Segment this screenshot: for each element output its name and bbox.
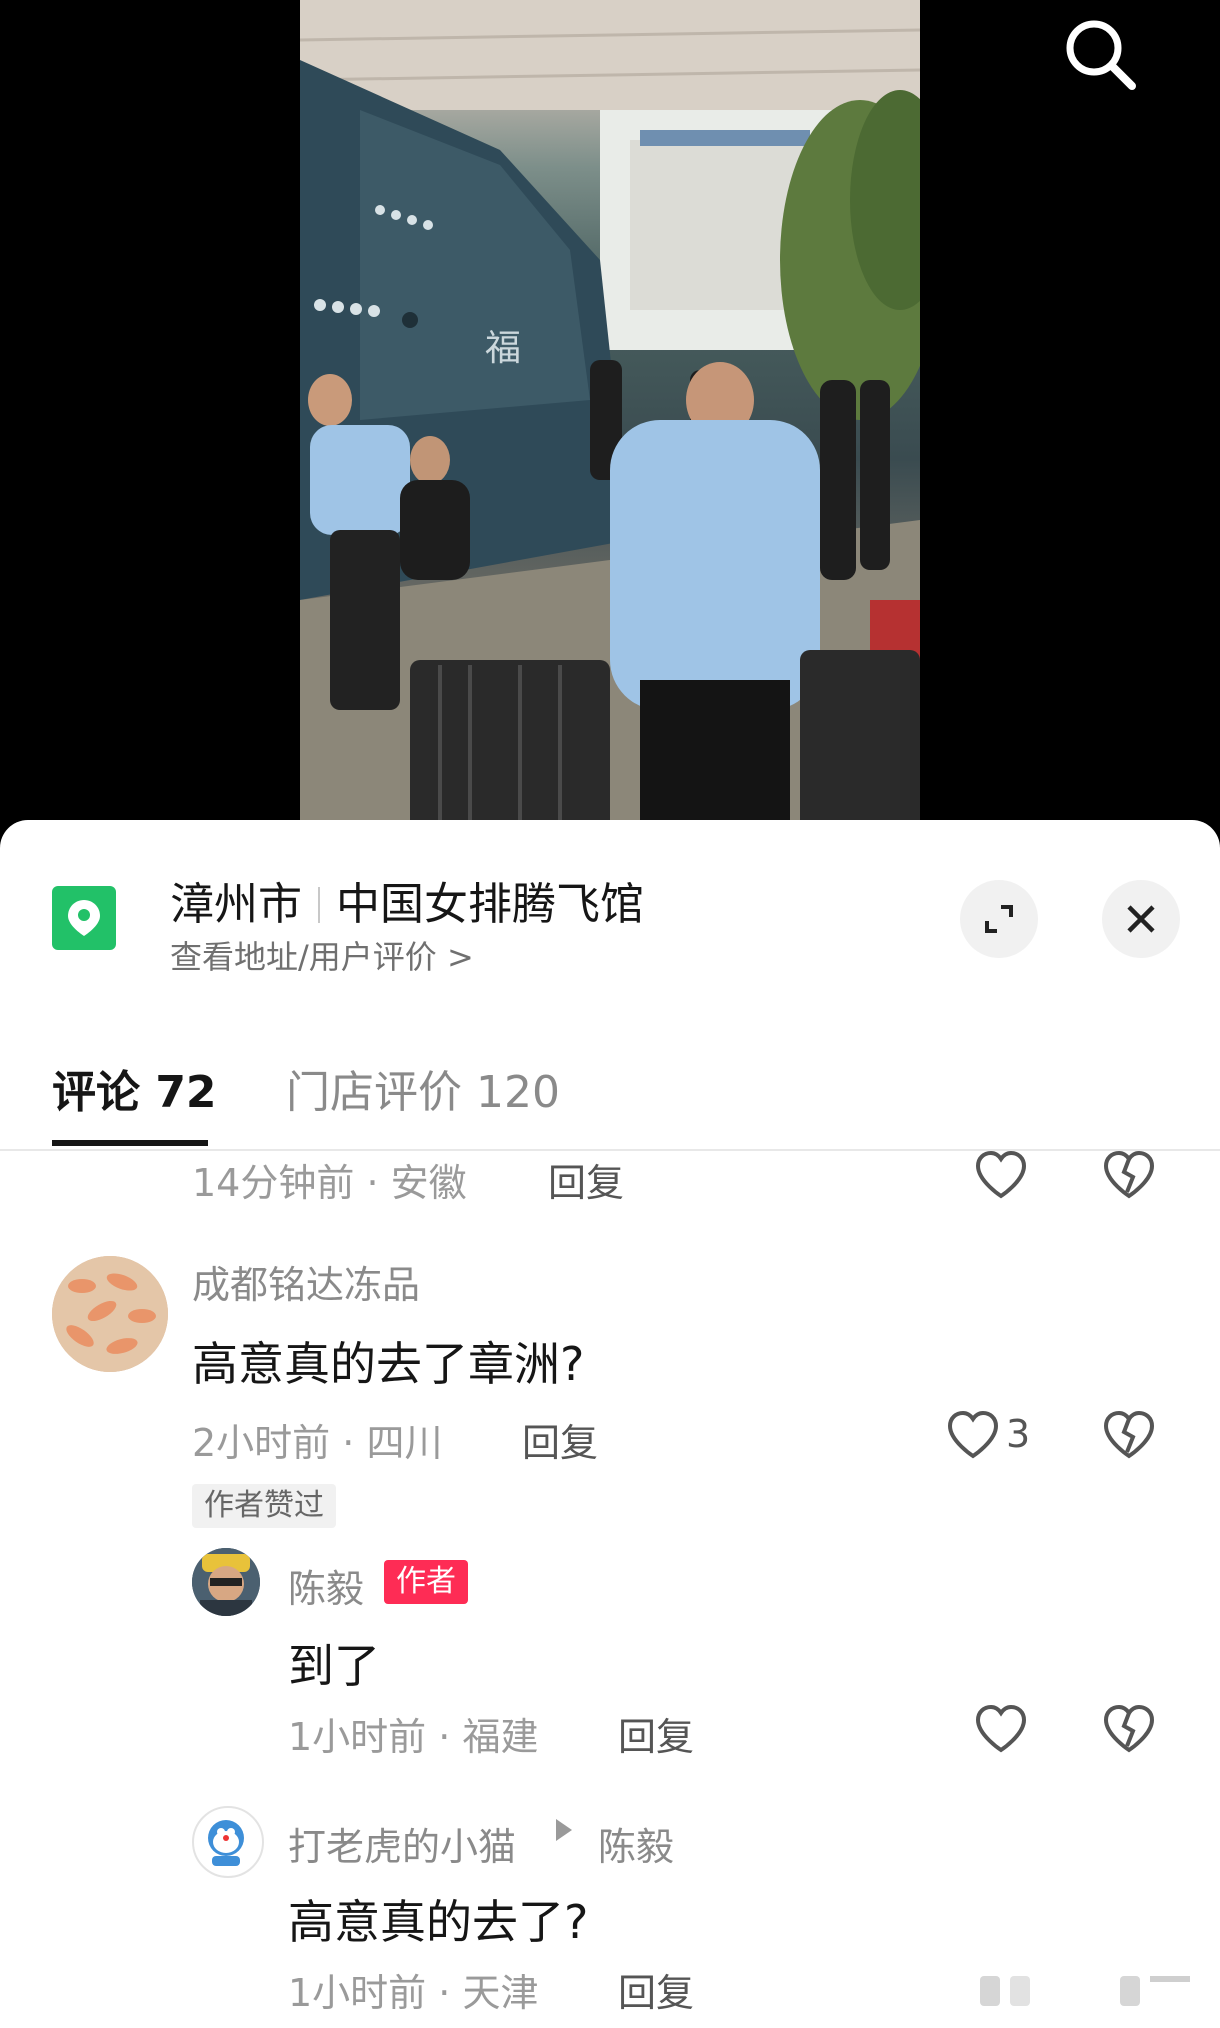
reply-button[interactable]: 回复 [522, 1412, 598, 1467]
dislike-icon[interactable] [1102, 1410, 1156, 1460]
author-liked-badge: 作者赞过 [192, 1484, 336, 1528]
reply-button[interactable]: 回复 [548, 1152, 624, 1207]
comment-username[interactable]: 陈毅 [288, 1558, 364, 1613]
view-address-link[interactable]: 查看地址/用户评价 > [170, 932, 474, 978]
search-icon [1066, 20, 1136, 90]
active-tab-indicator [52, 1140, 208, 1146]
svg-text:福: 福 [485, 328, 521, 369]
location-title[interactable]: 漳州市 中国女排腾飞馆 [170, 868, 644, 932]
avatar[interactable] [52, 1256, 168, 1372]
location-city: 漳州市 [170, 879, 302, 930]
location-pin-icon[interactable] [52, 886, 116, 950]
author-badge: 作者 [384, 1560, 468, 1604]
video-frame[interactable]: 福 [300, 0, 920, 835]
comment-meta: 1小时前 · 天津 [288, 1971, 539, 2015]
heart-icon[interactable] [974, 1704, 1028, 1754]
tab-store-reviews[interactable]: 门店评价 120 [286, 1056, 560, 1120]
location-venue: 中国女排腾飞馆 [336, 879, 644, 930]
search-button[interactable] [1060, 14, 1142, 96]
avatar[interactable] [192, 1806, 264, 1878]
expand-button[interactable] [960, 880, 1038, 958]
close-button[interactable] [1102, 880, 1180, 958]
comment-text: 高意真的去了? [288, 1895, 589, 1949]
avatar[interactable] [192, 1548, 260, 1616]
reply-button[interactable]: 回复 [618, 1962, 694, 2017]
comment-meta: 14分钟前 · 安徽 [192, 1161, 467, 1205]
comment-meta: 1小时前 · 福建 [288, 1715, 539, 1759]
heart-icon[interactable] [974, 1150, 1028, 1200]
dislike-icon[interactable] [1102, 1150, 1156, 1200]
watermark-logo [980, 1976, 1190, 2006]
video-scene-image: 福 [300, 0, 920, 835]
dislike-icon[interactable] [1102, 1704, 1156, 1754]
tabs-divider [0, 1149, 1220, 1151]
reply-target-username[interactable]: 陈毅 [598, 1816, 674, 1871]
comment-username[interactable]: 打老虎的小猫 [288, 1816, 516, 1871]
heart-icon[interactable] [946, 1410, 1000, 1460]
title-divider [318, 887, 320, 923]
video-player[interactable]: 福 [0, 0, 1220, 835]
reply-button[interactable]: 回复 [618, 1706, 694, 1761]
close-icon [1127, 905, 1155, 933]
comment-meta: 2小时前 · 四川 [192, 1421, 443, 1465]
comment-text: 高意真的去了章洲? [192, 1337, 585, 1391]
comment-panel: 漳州市 中国女排腾飞馆 查看地址/用户评价 > 评论 72 门店评价 120 14… [0, 820, 1220, 2028]
comment-username[interactable]: 成都铭达冻品 [192, 1254, 420, 1309]
comment-text: 到了 [288, 1639, 380, 1693]
like-count: 3 [1006, 1412, 1031, 1456]
tab-comments[interactable]: 评论 72 [52, 1056, 217, 1120]
expand-icon [985, 905, 1013, 933]
reply-to-arrow-icon [556, 1819, 572, 1841]
